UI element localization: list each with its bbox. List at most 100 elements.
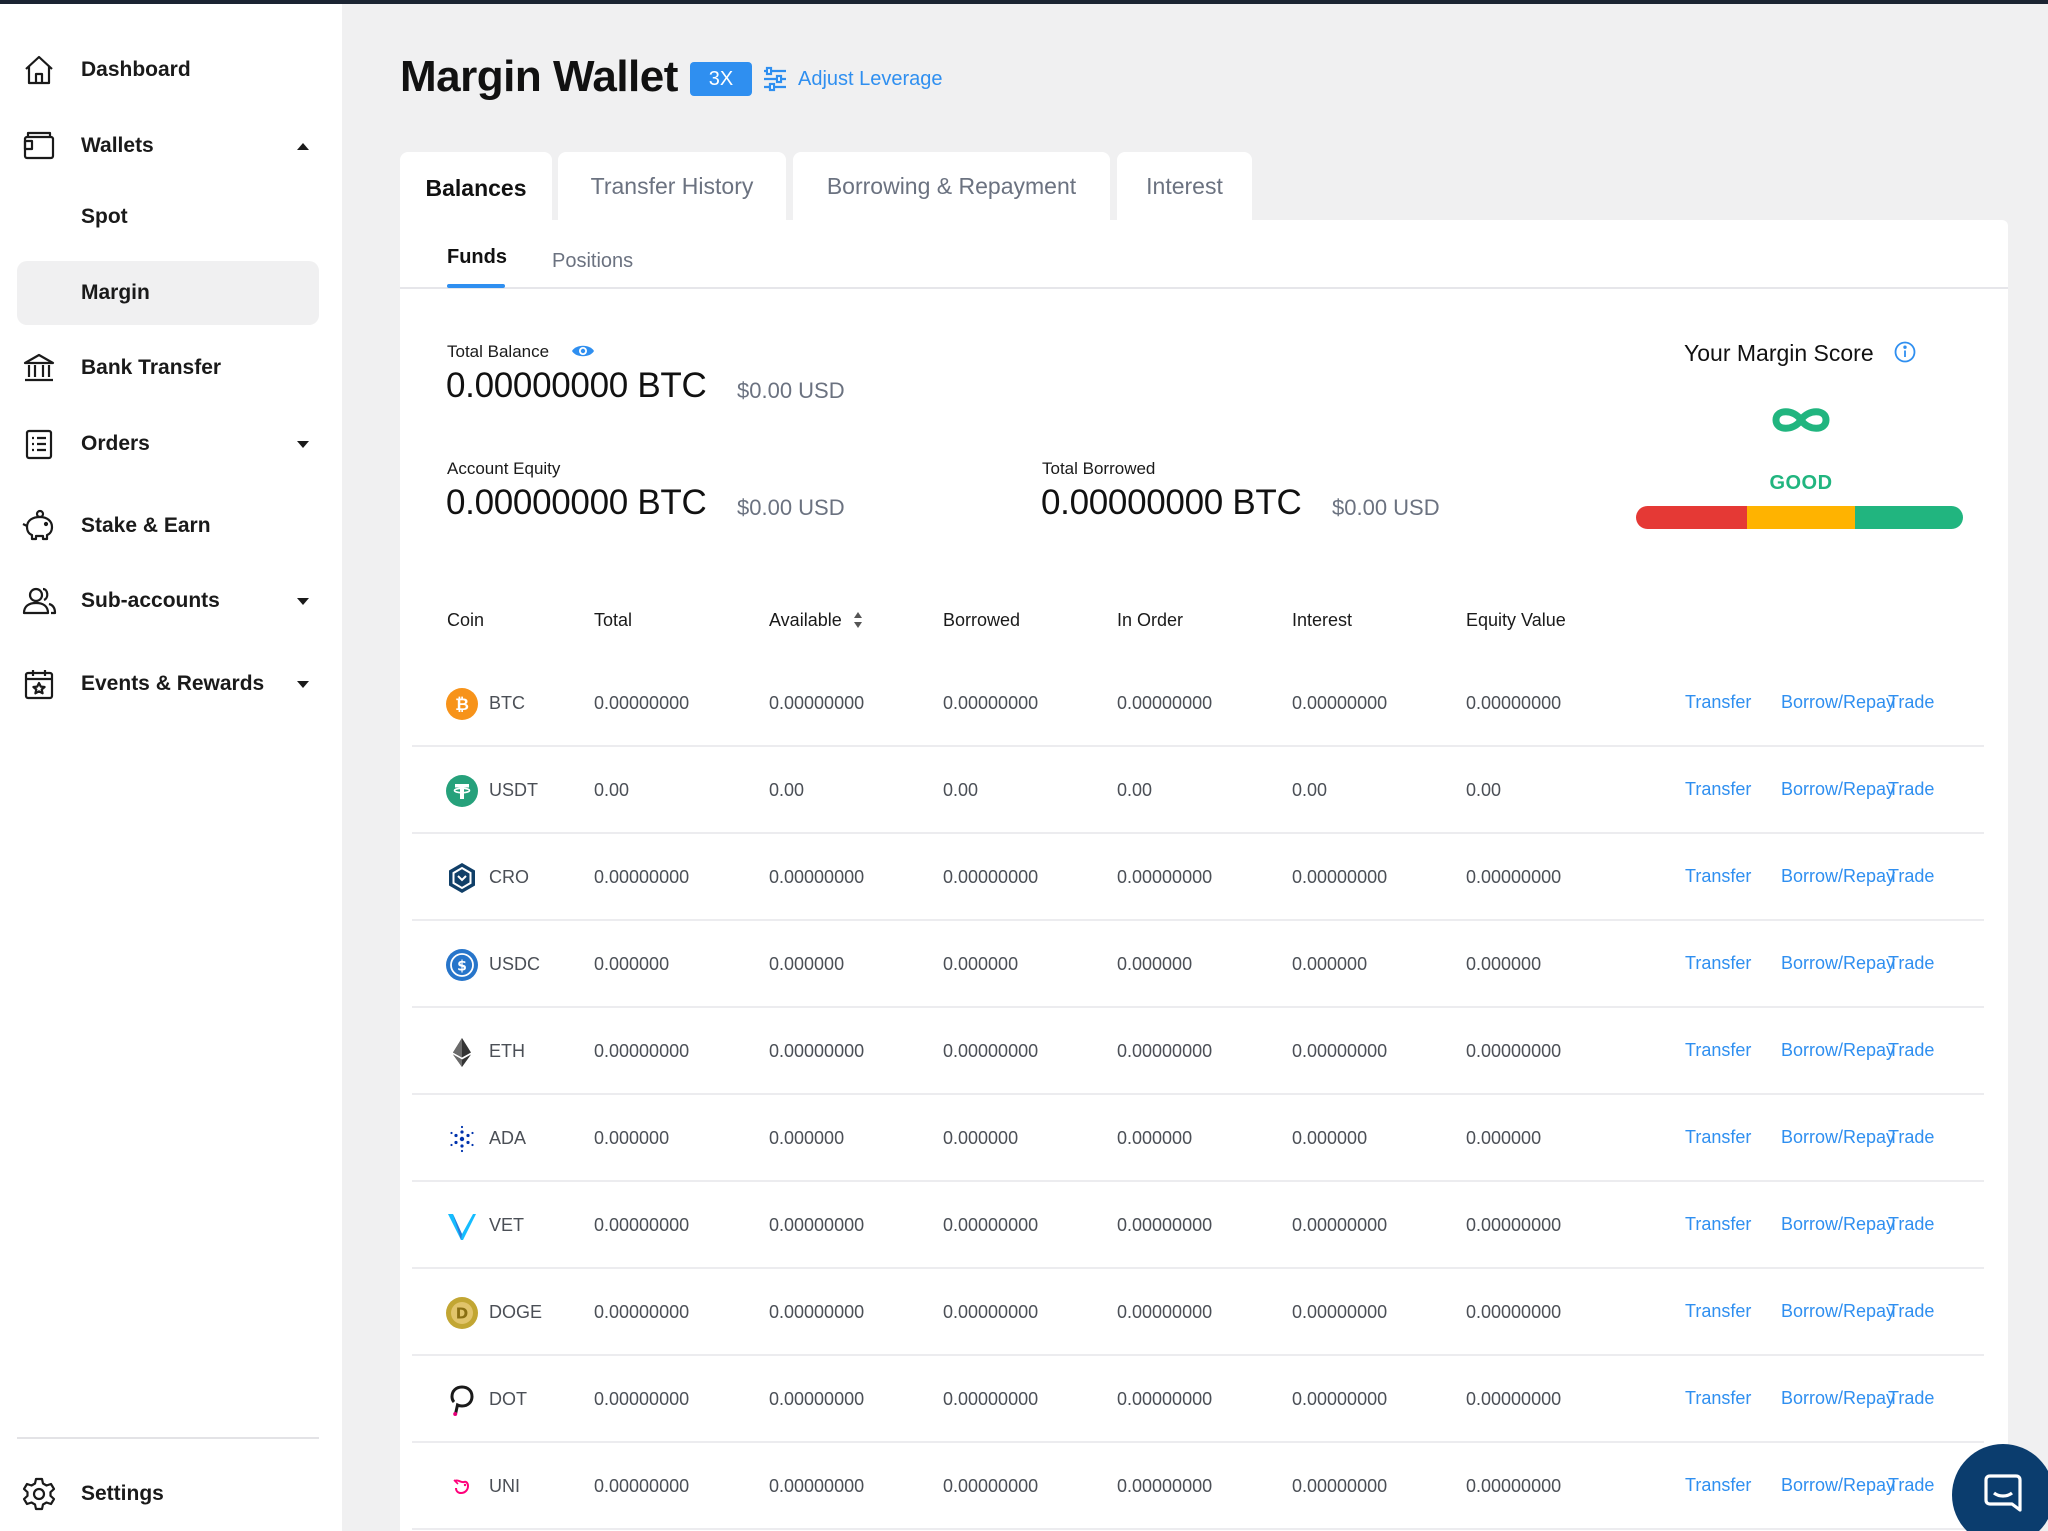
coin-name: CRO <box>489 867 529 887</box>
cell-available: 0.000000 <box>769 1128 845 1148</box>
transfer-button[interactable]: Transfer <box>1685 866 1751 887</box>
cell-equity-value: 0.00000000 <box>1466 693 1562 713</box>
column-header-equity-value: Equity Value <box>1466 610 1566 630</box>
sidebar-item-label: Stake & Earn <box>81 514 211 537</box>
transfer-button[interactable]: Transfer <box>1685 1475 1751 1496</box>
borrow-repay-button[interactable]: Borrow/Repay <box>1781 1388 1895 1409</box>
subtab-funds[interactable]: Funds <box>447 246 507 269</box>
transfer-button[interactable]: Transfer <box>1685 692 1751 713</box>
trade-button[interactable]: Trade <box>1888 866 1934 887</box>
chat-icon <box>1984 1474 2022 1512</box>
sidebar-item-orders[interactable]: Orders <box>17 412 319 476</box>
tab-balances[interactable]: Balances <box>400 152 552 224</box>
transfer-button[interactable]: Transfer <box>1685 953 1751 974</box>
balances-panel: Funds Positions Total Balance 0.00000000… <box>400 220 2008 1531</box>
sidebar-item-spot[interactable]: Spot <box>17 185 319 249</box>
btc-icon: ₿ <box>446 688 478 720</box>
sidebar-item-margin[interactable]: Margin <box>17 261 319 325</box>
table-row: ADA 0.000000 0.000000 0.000000 0.000000 0.000… <box>412 1095 1984 1182</box>
cell-total: 0.00000000 <box>594 1041 690 1061</box>
trade-button[interactable]: Trade <box>1888 1301 1934 1322</box>
transfer-button[interactable]: Transfer <box>1685 1301 1751 1322</box>
cell-total: 0.00000000 <box>594 1389 690 1409</box>
trade-button[interactable]: Trade <box>1888 1127 1934 1148</box>
tab-interest[interactable]: Interest <box>1117 152 1252 220</box>
transfer-button[interactable]: Transfer <box>1685 1127 1751 1148</box>
eye-icon[interactable] <box>571 342 595 365</box>
eth-icon <box>446 1036 478 1068</box>
trade-button[interactable]: Trade <box>1888 692 1934 713</box>
sidebar-item-settings[interactable]: Settings <box>17 1462 319 1526</box>
orders-list-icon <box>19 424 59 464</box>
sidebar-item-dashboard[interactable]: Dashboard <box>17 38 319 102</box>
adjust-leverage-label: Adjust Leverage <box>798 67 943 90</box>
cro-icon <box>446 862 478 894</box>
tab-borrowing-repayment[interactable]: Borrowing & Repayment <box>793 152 1110 220</box>
cell-in-order: 0.00000000 <box>1117 1215 1213 1235</box>
cell-in-order: 0.000000 <box>1117 1128 1193 1148</box>
infinity-icon <box>1768 403 1834 442</box>
cell-total: 0.00000000 <box>594 693 690 713</box>
cell-borrowed: 0.00000000 <box>943 1041 1039 1061</box>
gear-icon <box>19 1474 59 1514</box>
borrow-repay-button[interactable]: Borrow/Repay <box>1781 1301 1895 1322</box>
trade-button[interactable]: Trade <box>1888 1214 1934 1235</box>
borrow-repay-button[interactable]: Borrow/Repay <box>1781 1127 1895 1148</box>
subtab-positions[interactable]: Positions <box>552 250 633 273</box>
transfer-button[interactable]: Transfer <box>1685 1388 1751 1409</box>
trade-button[interactable]: Trade <box>1888 779 1934 800</box>
borrow-repay-button[interactable]: Borrow/Repay <box>1781 1214 1895 1235</box>
tab-transfer-history[interactable]: Transfer History <box>558 152 786 220</box>
sidebar-item-wallets[interactable]: Wallets <box>17 114 319 178</box>
table-row: DOT 0.00000000 0.00000000 0.00000000 0.00000… <box>412 1356 1984 1443</box>
cell-available: 0.00000000 <box>769 1302 865 1322</box>
cell-available: 0.00000000 <box>769 1476 865 1496</box>
trade-button[interactable]: Trade <box>1888 953 1934 974</box>
cell-equity-value: 0.000000 <box>1466 954 1542 974</box>
cell-equity-value: 0.00000000 <box>1466 1389 1562 1409</box>
info-icon[interactable] <box>1894 341 1916 368</box>
cell-total: 0.000000 <box>594 1128 670 1148</box>
sidebar-item-stake-earn[interactable]: Stake & Earn <box>17 494 319 558</box>
cell-borrowed: 0.00000000 <box>943 1389 1039 1409</box>
account-equity-usd: $0.00 USD <box>737 495 845 520</box>
sidebar-item-label: Sub-accounts <box>81 589 220 612</box>
borrow-repay-button[interactable]: Borrow/Repay <box>1781 1040 1895 1061</box>
borrow-repay-button[interactable]: Borrow/Repay <box>1781 866 1895 887</box>
borrow-repay-button[interactable]: Borrow/Repay <box>1781 692 1895 713</box>
cell-equity-value: 0.00000000 <box>1466 1215 1562 1235</box>
cell-in-order: 0.00 <box>1117 780 1153 800</box>
cell-in-order: 0.00000000 <box>1117 1041 1213 1061</box>
borrow-repay-button[interactable]: Borrow/Repay <box>1781 1475 1895 1496</box>
column-header-interest: Interest <box>1292 610 1353 630</box>
dot-icon <box>446 1384 478 1416</box>
sort-icon[interactable] <box>852 610 864 635</box>
borrow-repay-button[interactable]: Borrow/Repay <box>1781 953 1895 974</box>
transfer-button[interactable]: Transfer <box>1685 1214 1751 1235</box>
cell-total: 0.00000000 <box>594 1476 690 1496</box>
transfer-button[interactable]: Transfer <box>1685 1040 1751 1061</box>
cell-interest: 0.00000000 <box>1292 1302 1388 1322</box>
trade-button[interactable]: Trade <box>1888 1388 1934 1409</box>
cell-in-order: 0.00000000 <box>1117 693 1213 713</box>
sidebar-item-sub-accounts[interactable]: Sub-accounts <box>17 569 319 633</box>
cell-total: 0.00000000 <box>594 1302 690 1322</box>
cell-borrowed: 0.00000000 <box>943 1215 1039 1235</box>
coin-name: UNI <box>489 1476 520 1496</box>
transfer-button[interactable]: Transfer <box>1685 779 1751 800</box>
adjust-leverage-button[interactable]: Adjust Leverage <box>762 64 943 94</box>
coin-name: DOT <box>489 1389 527 1409</box>
account-equity-label: Account Equity <box>447 459 561 478</box>
cell-total: 0.00000000 <box>594 1215 690 1235</box>
sidebar-divider <box>17 1437 319 1439</box>
table-row: D DOGE 0.00000000 0.00000000 0.00000000 0.000… <box>412 1269 1984 1356</box>
sidebar-item-bank-transfer[interactable]: Bank Transfer <box>17 336 319 400</box>
cell-interest: 0.000000 <box>1292 954 1368 974</box>
column-header-available[interactable]: Available <box>769 610 842 631</box>
trade-button[interactable]: Trade <box>1888 1040 1934 1061</box>
wallet-icon <box>19 126 59 166</box>
borrow-repay-button[interactable]: Borrow/Repay <box>1781 779 1895 800</box>
sidebar-item-events-rewards[interactable]: Events & Rewards <box>17 652 319 716</box>
trade-button[interactable]: Trade <box>1888 1475 1934 1496</box>
column-header-coin: Coin <box>447 610 485 630</box>
